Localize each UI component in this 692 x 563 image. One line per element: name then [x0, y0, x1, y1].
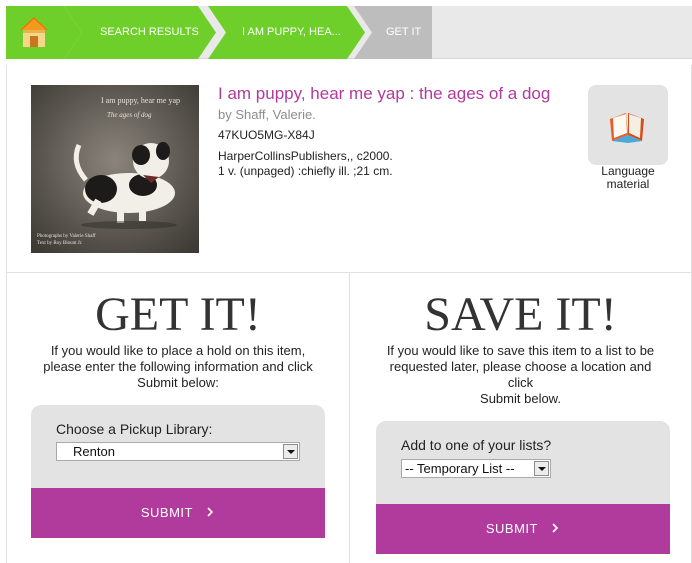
page: SEARCH RESULTS I AM PUPPY, HEA... GET IT: [0, 0, 692, 563]
record-summary: I am puppy, hear me yap The ages of dog …: [6, 65, 692, 273]
breadcrumb-search-results[interactable]: SEARCH RESULTS: [58, 6, 218, 59]
save-it-submit-button[interactable]: SUBMIT: [376, 504, 670, 554]
chevron-down-icon: [534, 461, 549, 476]
cover-subtitle-text: The ages of dog: [107, 111, 152, 119]
save-list-box: Add to one of your lists? -- Temporary L…: [376, 421, 670, 505]
pickup-library-label: Choose a Pickup Library:: [56, 421, 213, 437]
cover-credit-text: Photographs by Valerie Shaff: [37, 234, 96, 239]
breadcrumb-item-title[interactable]: I AM PUPPY, HEA...: [202, 6, 366, 59]
get-it-panel: GET IT! If you would like to place a hol…: [6, 273, 349, 563]
get-it-heading: GET IT!: [95, 288, 261, 341]
breadcrumb-label: I AM PUPPY, HEA...: [242, 26, 341, 38]
pickup-library-select[interactable]: Renton: [56, 442, 300, 461]
chevron-right-icon: [552, 523, 559, 533]
save-it-panel: SAVE IT! If you would like to save this …: [349, 273, 692, 563]
record-publisher: HarperCollinsPublishers,, c2000.: [218, 149, 393, 163]
save-list-select[interactable]: -- Temporary List --: [401, 459, 551, 478]
chevron-down-icon: [283, 444, 298, 459]
breadcrumb-label: GET IT: [386, 26, 422, 38]
breadcrumb-current: GET IT: [348, 6, 438, 59]
record-physical-description: 1 v. (unpaged) :chiefly ill. ;21 cm.: [218, 164, 393, 178]
record-title[interactable]: I am puppy, hear me yap : the ages of a …: [218, 84, 550, 104]
save-it-description: If you would like to save this item to a…: [386, 343, 655, 406]
get-it-description: If you would like to place a hold on thi…: [43, 343, 313, 390]
save-list-value: -- Temporary List --: [405, 461, 515, 476]
pickup-library-value: Renton: [73, 444, 115, 459]
cover-credit-text: Text by Roy Blount Jr.: [37, 241, 82, 246]
format-label: Language material: [601, 164, 655, 191]
cover-image[interactable]: I am puppy, hear me yap The ages of dog …: [31, 85, 199, 253]
format-badge: [588, 85, 668, 165]
get-it-submit-button[interactable]: SUBMIT: [31, 488, 325, 538]
chevron-right-icon: [207, 507, 214, 517]
cover-title-text: I am puppy, hear me yap: [101, 96, 180, 105]
book-icon: [610, 113, 644, 143]
breadcrumb: SEARCH RESULTS I AM PUPPY, HEA... GET IT: [6, 6, 692, 59]
save-it-heading: SAVE IT!: [424, 288, 617, 341]
save-list-label: Add to one of your lists?: [401, 437, 552, 453]
pickup-library-box: Choose a Pickup Library: Renton: [31, 405, 325, 489]
record-author: by Shaff, Valerie.: [218, 107, 316, 122]
breadcrumb-label: SEARCH RESULTS: [100, 26, 199, 38]
record-call-number: 47KUO5MG-X84J: [218, 128, 315, 142]
